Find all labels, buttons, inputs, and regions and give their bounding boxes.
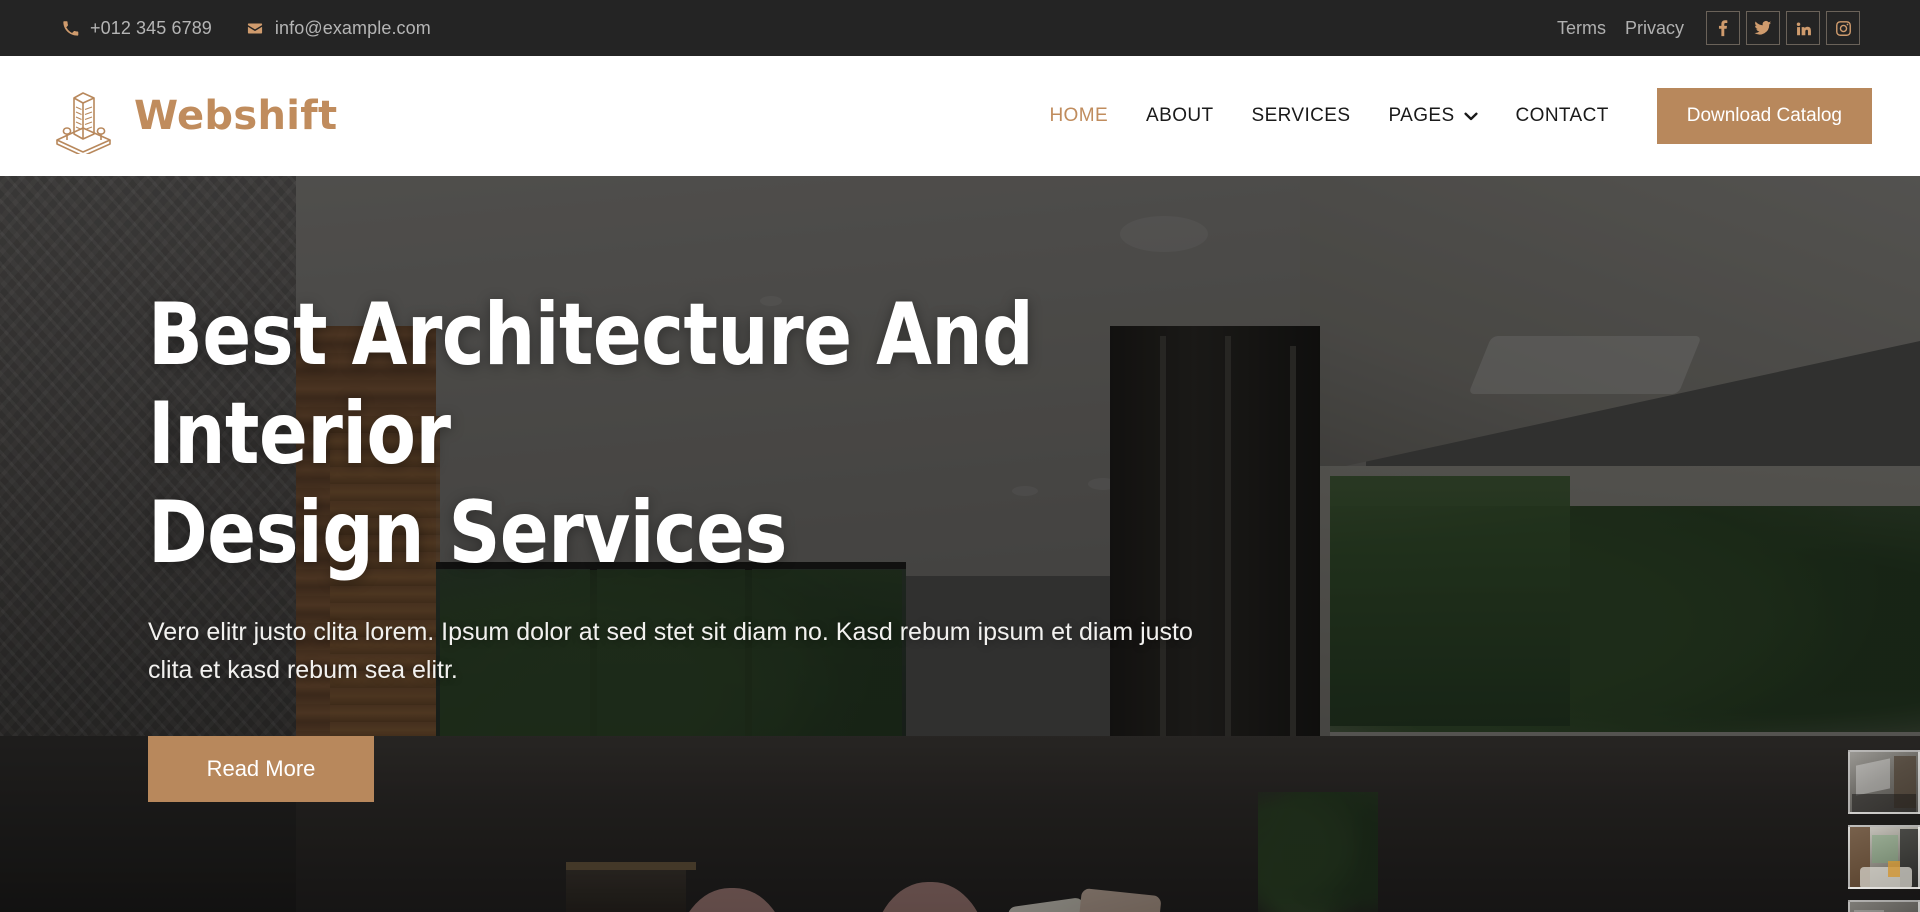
hero-section: Best Architecture And Interior Design Se…	[0, 176, 1920, 912]
hero-carousel-thumbnails	[1848, 750, 1920, 912]
download-catalog-button[interactable]: Download Catalog	[1656, 88, 1872, 144]
building-skyline-icon	[50, 78, 116, 154]
instagram-icon	[1835, 20, 1852, 37]
nav-label-about: ABOUT	[1146, 105, 1214, 126]
envelope-icon	[246, 20, 264, 37]
phone-number: +012 345 6789	[90, 17, 212, 38]
nav-item-about[interactable]: ABOUT	[1127, 105, 1232, 127]
carousel-thumb-2[interactable]	[1848, 825, 1920, 889]
carousel-thumb-1[interactable]	[1848, 750, 1920, 814]
brand-name: Webshift	[134, 93, 338, 139]
topbar-right-group: Terms Privacy	[1557, 11, 1860, 45]
instagram-link[interactable]	[1826, 11, 1860, 45]
email-address: info@example.com	[274, 17, 431, 38]
linkedin-link[interactable]	[1786, 11, 1820, 45]
facebook-icon	[1715, 19, 1732, 37]
legal-links: Terms Privacy	[1557, 18, 1684, 39]
linkedin-icon	[1795, 20, 1812, 37]
topbar-contact-group: +012 345 6789 info@example.com	[62, 18, 431, 39]
nav-label-pages: PAGES	[1388, 105, 1455, 126]
terms-link[interactable]: Terms	[1557, 18, 1606, 39]
read-more-button[interactable]: Read More	[148, 736, 374, 803]
hero-title: Best Architecture And Interior Design Se…	[148, 286, 1245, 583]
email-contact[interactable]: info@example.com	[246, 18, 431, 39]
nav-item-contact[interactable]: CONTACT	[1497, 105, 1628, 127]
chevron-down-icon	[1463, 105, 1478, 127]
privacy-link[interactable]: Privacy	[1625, 18, 1684, 39]
site-header: Webshift HOME ABOUT SERVICES PAGES CONTA…	[0, 56, 1920, 176]
twitter-icon	[1754, 19, 1772, 37]
nav-label-home: HOME	[1049, 105, 1109, 126]
twitter-link[interactable]	[1746, 11, 1780, 45]
hero-content: Best Architecture And Interior Design Se…	[148, 176, 1328, 912]
social-links	[1706, 11, 1860, 45]
nav-item-services[interactable]: SERVICES	[1233, 105, 1370, 127]
facebook-link[interactable]	[1706, 11, 1740, 45]
top-contact-bar: +012 345 6789 info@example.com Terms Pri…	[0, 0, 1920, 56]
hero-subtitle: Vero elitr justo clita lorem. Ipsum dolo…	[148, 617, 1193, 685]
nav-label-contact: CONTACT	[1515, 105, 1609, 126]
hero-title-line-2: Design Services	[148, 482, 787, 583]
main-navigation: HOME ABOUT SERVICES PAGES CONTACT Downlo…	[1030, 88, 1920, 144]
carousel-thumb-3[interactable]	[1848, 900, 1920, 912]
phone-icon	[62, 20, 79, 37]
hero-title-line-1: Best Architecture And Interior	[148, 284, 1034, 484]
brand-logo-link[interactable]: Webshift	[50, 78, 337, 154]
phone-contact[interactable]: +012 345 6789	[62, 18, 212, 39]
nav-item-pages[interactable]: PAGES	[1369, 105, 1496, 127]
nav-item-home[interactable]: HOME	[1030, 105, 1127, 127]
nav-label-services: SERVICES	[1251, 105, 1351, 126]
